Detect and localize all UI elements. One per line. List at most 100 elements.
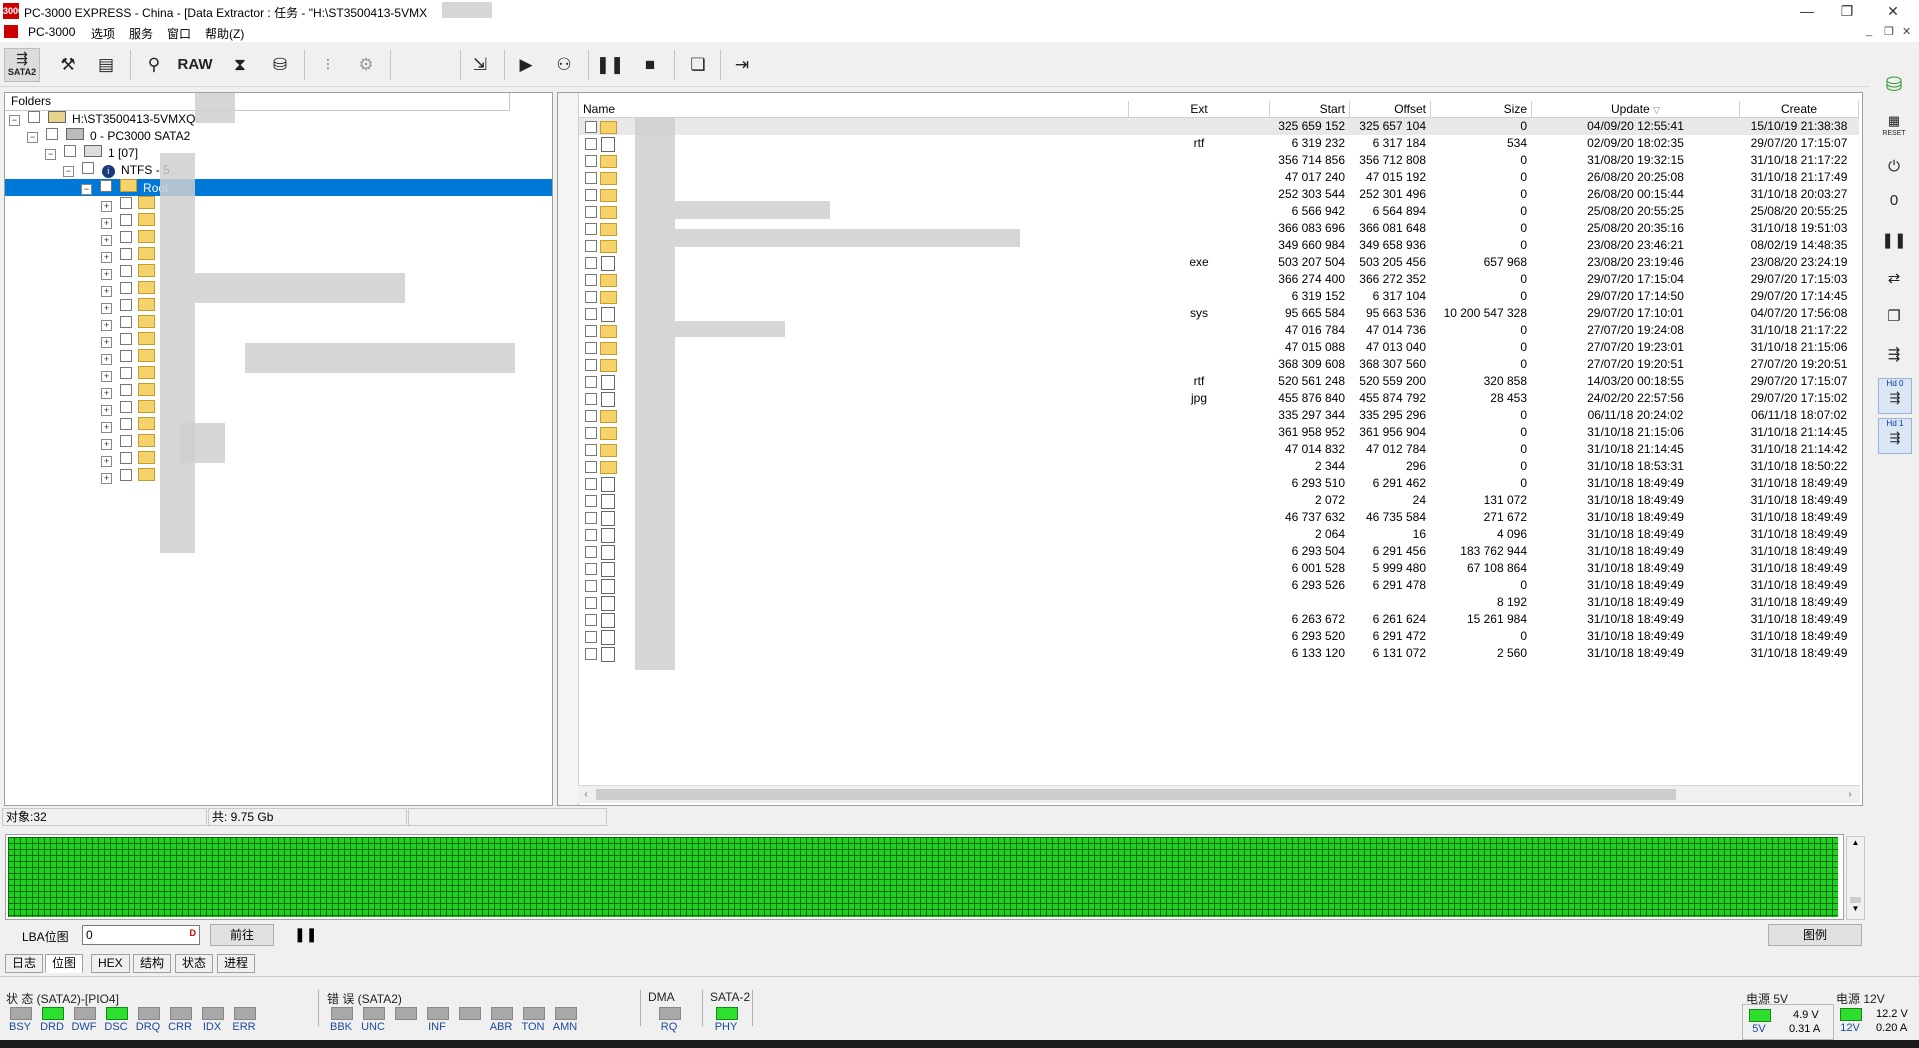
tree-checkbox[interactable] xyxy=(100,180,113,192)
row-checkbox[interactable] xyxy=(585,254,597,271)
expand-icon[interactable]: + xyxy=(101,286,112,297)
tree-checkbox[interactable] xyxy=(120,197,132,209)
row-checkbox[interactable] xyxy=(585,135,597,152)
tab-bitmap[interactable]: 位图 xyxy=(45,954,84,973)
tree-node-folder[interactable]: + xyxy=(101,468,155,485)
table-row[interactable]: 361 958 952 361 956 904 0 31/10/18 21:15:06… xyxy=(579,424,1859,441)
horizontal-scrollbar[interactable]: ‹ › xyxy=(578,785,1860,803)
row-checkbox[interactable] xyxy=(585,305,597,322)
mdi-restore-button[interactable]: ❐ xyxy=(1884,25,1894,38)
map-pause-icon[interactable]: ❚❚ xyxy=(294,926,317,943)
tree-node-folder[interactable]: + xyxy=(101,298,155,315)
table-row[interactable]: exe 503 207 504 503 205 456 657 968 23/08/20… xyxy=(579,254,1859,271)
menu-pc3000[interactable]: PC-3000 xyxy=(28,25,75,39)
tree-checkbox[interactable] xyxy=(120,333,132,345)
maximize-button[interactable]: ❐ xyxy=(1824,0,1870,22)
tree-checkbox[interactable] xyxy=(120,350,132,362)
tree-checkbox[interactable] xyxy=(120,214,132,226)
tree-checkbox[interactable] xyxy=(120,469,132,481)
table-row[interactable]: 47 014 832 47 012 784 0 31/10/18 21:14:45 31… xyxy=(579,441,1859,458)
tree-node-folder[interactable]: + xyxy=(101,400,155,417)
row-checkbox[interactable] xyxy=(585,594,597,611)
tab-structure[interactable]: 结构 xyxy=(133,954,172,973)
row-checkbox[interactable] xyxy=(585,560,597,577)
tree-settings-button-disabled[interactable]: ⚙ xyxy=(348,48,384,82)
export-button[interactable]: ⇲ xyxy=(462,48,498,82)
column-header-ext[interactable]: Ext xyxy=(1129,101,1270,118)
tree-checkbox[interactable] xyxy=(120,316,132,328)
tree-checkbox[interactable] xyxy=(120,452,132,464)
expand-icon[interactable]: + xyxy=(101,456,112,467)
row-checkbox[interactable] xyxy=(585,356,597,373)
table-row[interactable]: 46 737 632 46 735 584 271 672 31/10/18 18:4… xyxy=(579,509,1859,526)
tree-checkbox[interactable] xyxy=(120,299,132,311)
expand-icon[interactable]: + xyxy=(101,269,112,280)
table-row[interactable]: 6 293 510 6 291 462 0 31/10/18 18:49:49 31/1… xyxy=(579,475,1859,492)
row-checkbox[interactable] xyxy=(585,271,597,288)
expand-icon[interactable]: + xyxy=(101,218,112,229)
tree-checkbox[interactable] xyxy=(120,435,132,447)
raw-button[interactable]: RAW xyxy=(174,48,216,82)
row-checkbox[interactable] xyxy=(585,509,597,526)
table-row[interactable]: 368 309 608 368 307 560 0 27/07/20 19:20:51… xyxy=(579,356,1859,373)
tree-node-folder[interactable]: + xyxy=(101,349,155,366)
row-checkbox[interactable] xyxy=(585,424,597,441)
tree-node-device[interactable]: − 0 - PC3000 SATA2 xyxy=(27,128,190,145)
row-checkbox[interactable] xyxy=(585,645,597,662)
start-button[interactable]: ▶ xyxy=(508,48,544,82)
lba-bitmap-scrollbar[interactable]: ▲ ▼ xyxy=(1846,836,1865,920)
expand-icon[interactable]: + xyxy=(101,320,112,331)
column-header-create[interactable]: Create xyxy=(1740,101,1859,118)
windows-button[interactable]: ❏ xyxy=(680,48,716,82)
row-checkbox[interactable] xyxy=(585,186,597,203)
table-row[interactable]: 8 192 31/10/18 18:49:49 31/10/18 18:49:49 xyxy=(579,594,1859,611)
row-checkbox[interactable] xyxy=(585,475,597,492)
column-header-size[interactable]: Size xyxy=(1431,101,1532,118)
tree-node-task[interactable]: − H:\ST3500413-5VMXQ xyxy=(9,111,195,128)
tree-node-folder[interactable]: + xyxy=(101,332,155,349)
column-header-start[interactable]: Start xyxy=(1270,101,1350,118)
expand-icon[interactable]: + xyxy=(101,252,112,263)
expand-icon[interactable]: + xyxy=(101,405,112,416)
tree-node-folder[interactable]: + xyxy=(101,247,155,264)
tree-checkbox[interactable] xyxy=(64,145,77,157)
expand-icon[interactable]: + xyxy=(101,388,112,399)
tab-process[interactable]: 进程 xyxy=(217,954,256,973)
row-checkbox[interactable] xyxy=(585,169,597,186)
tree-node-folder[interactable]: + xyxy=(101,213,155,230)
tree-checkbox[interactable] xyxy=(120,248,132,260)
tree-node-folder[interactable]: + xyxy=(101,196,155,213)
row-checkbox[interactable] xyxy=(585,152,597,169)
row-checkbox[interactable] xyxy=(585,339,597,356)
table-row[interactable]: 6 293 526 6 291 478 0 31/10/18 18:49:49 31/1… xyxy=(579,577,1859,594)
log-button[interactable]: ▤ xyxy=(88,48,124,82)
tree-node-folder[interactable]: + xyxy=(101,230,155,247)
sata-port-button[interactable]: ⇶ xyxy=(1878,340,1910,370)
hd0-button[interactable]: Hd 0 ⇶ xyxy=(1878,378,1912,414)
tree-checkbox[interactable] xyxy=(82,162,95,174)
expand-icon[interactable]: + xyxy=(101,303,112,314)
collapse-icon[interactable]: − xyxy=(81,184,92,195)
table-row[interactable]: 325 659 152 325 657 104 0 04/09/20 12:55:41… xyxy=(579,118,1859,135)
mdi-close-button[interactable]: ✕ xyxy=(1902,25,1911,38)
expand-icon[interactable]: + xyxy=(101,235,112,246)
tree-node-folder[interactable]: + xyxy=(101,417,155,434)
tree-node-partition-table[interactable]: − 1 [07] xyxy=(45,145,138,162)
close-button[interactable]: ✕ xyxy=(1870,0,1916,22)
table-row[interactable]: 6 319 152 6 317 104 0 29/07/20 17:14:50 29/0… xyxy=(579,288,1859,305)
side-pause-button[interactable]: ❚❚ xyxy=(1878,226,1910,256)
pause-button[interactable]: ❚❚ xyxy=(592,48,628,82)
table-row[interactable]: 6 263 672 6 261 624 15 261 984 31/10/18 18:… xyxy=(579,611,1859,628)
horizontal-scroll-thumb[interactable] xyxy=(596,789,1676,800)
row-checkbox[interactable] xyxy=(585,526,597,543)
row-checkbox[interactable] xyxy=(585,441,597,458)
table-row[interactable]: 366 274 400 366 272 352 0 29/07/20 17:15:04… xyxy=(579,271,1859,288)
collapse-icon[interactable]: − xyxy=(45,149,56,160)
connect-button[interactable]: ⇄ xyxy=(1878,264,1910,294)
column-header-update[interactable]: Update ▽ xyxy=(1532,101,1740,118)
table-row[interactable]: 2 072 24 131 072 31/10/18 18:49:49 31/10/18 … xyxy=(579,492,1859,509)
goto-button[interactable]: 前往 xyxy=(210,924,274,946)
table-row[interactable]: 335 297 344 335 295 296 0 06/11/18 20:24:02… xyxy=(579,407,1859,424)
expand-icon[interactable]: + xyxy=(101,354,112,365)
tree-node-folder[interactable]: + xyxy=(101,264,155,281)
